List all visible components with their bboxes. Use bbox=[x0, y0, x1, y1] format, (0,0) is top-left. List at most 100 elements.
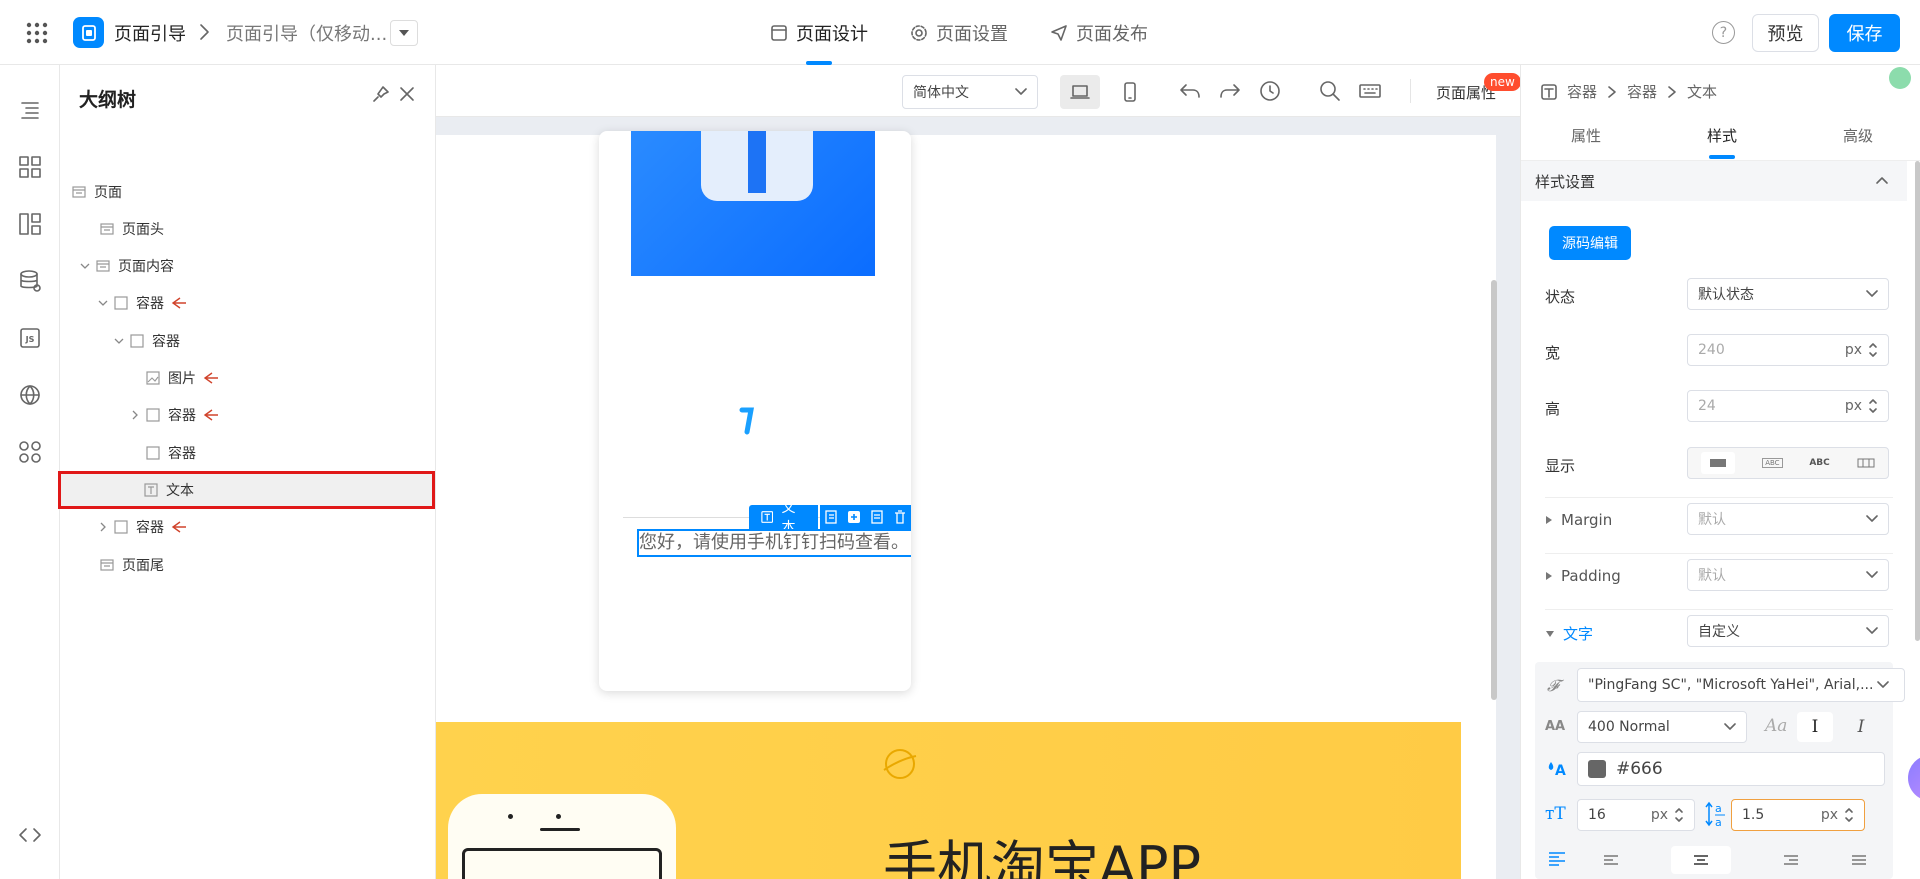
source-edit-button[interactable]: 源码编辑 bbox=[1549, 226, 1631, 260]
chevron-right-icon[interactable] bbox=[128, 408, 142, 422]
font-weight-value: 400 Normal bbox=[1588, 719, 1670, 735]
chevron-down-icon[interactable] bbox=[96, 296, 110, 310]
font-color-input[interactable]: #666 bbox=[1577, 752, 1885, 786]
component-breadcrumb: 容器 容器 文本 bbox=[1541, 81, 1717, 102]
stepper-icon[interactable] bbox=[1868, 341, 1878, 359]
app-name[interactable]: 页面引导 bbox=[114, 20, 186, 46]
phone-illustration bbox=[448, 794, 676, 879]
tab-properties[interactable]: 属性 bbox=[1571, 125, 1601, 146]
tab-page-settings[interactable]: 页面设置 bbox=[910, 0, 1008, 65]
outline-node[interactable]: 页面 bbox=[60, 173, 436, 210]
outline-node[interactable]: 图片 bbox=[60, 360, 436, 397]
stepper-icon[interactable] bbox=[1868, 397, 1878, 415]
planet-icon bbox=[880, 744, 920, 784]
selected-text[interactable]: 您好，请使用手机钉钉扫码查看。 bbox=[637, 529, 911, 557]
data-source-icon[interactable] bbox=[15, 266, 45, 296]
tab-page-design[interactable]: 页面设计 bbox=[770, 0, 868, 65]
margin-select[interactable]: 默认 bbox=[1687, 503, 1889, 535]
outline-node[interactable]: 容器 bbox=[60, 397, 436, 434]
tab-page-publish[interactable]: 页面发布 bbox=[1050, 0, 1148, 65]
selection-tag[interactable]: 文本 bbox=[749, 500, 819, 536]
breadcrumb-item[interactable]: 容器 bbox=[1567, 81, 1597, 102]
outline-node[interactable]: 容器 bbox=[60, 434, 436, 471]
text-select[interactable]: 自定义 bbox=[1687, 615, 1889, 647]
keyboard-icon[interactable] bbox=[1358, 79, 1382, 103]
mobile-view-button[interactable] bbox=[1110, 75, 1150, 109]
plugins-icon[interactable] bbox=[15, 437, 45, 467]
outline-icon[interactable] bbox=[15, 95, 45, 125]
align-right-icon[interactable] bbox=[1783, 854, 1799, 866]
save-button[interactable]: 保存 bbox=[1829, 14, 1900, 52]
code-view-icon[interactable] bbox=[15, 820, 45, 850]
text-toggle[interactable]: 文字 bbox=[1545, 623, 1593, 644]
redo-icon[interactable] bbox=[1218, 79, 1242, 103]
outline-node[interactable]: 容器 bbox=[60, 509, 436, 546]
display-inline-block-option[interactable]: ABC bbox=[1762, 458, 1783, 468]
stepper-icon[interactable] bbox=[1674, 806, 1684, 824]
panel-scrollbar[interactable] bbox=[1915, 161, 1920, 641]
pin-icon[interactable] bbox=[372, 85, 390, 103]
padding-toggle[interactable]: Padding bbox=[1545, 567, 1621, 585]
margin-toggle[interactable]: Margin bbox=[1545, 511, 1612, 529]
font-family-select[interactable]: "PingFang SC", "Microsoft YaHei", Arial,… bbox=[1577, 668, 1905, 702]
preview-button[interactable]: 预览 bbox=[1752, 14, 1819, 52]
width-input[interactable]: 240 px bbox=[1687, 334, 1889, 366]
chevron-right-icon[interactable] bbox=[96, 520, 110, 534]
outline-node[interactable]: 文本 bbox=[58, 471, 435, 510]
caret-right-icon bbox=[1546, 516, 1552, 524]
outline-node[interactable]: 页面头 bbox=[60, 210, 436, 247]
font-italic-button[interactable]: I bbox=[1843, 712, 1879, 742]
components-icon[interactable] bbox=[15, 152, 45, 182]
align-center-option[interactable] bbox=[1671, 846, 1731, 874]
state-select[interactable]: 默认状态 bbox=[1687, 278, 1889, 310]
copy-icon[interactable] bbox=[869, 509, 885, 525]
padding-select[interactable]: 默认 bbox=[1687, 559, 1889, 591]
breadcrumb-current[interactable]: 页面引导（仅移动... bbox=[226, 20, 387, 46]
outline-node-label: 图片 bbox=[168, 371, 196, 387]
font-color-swatch[interactable] bbox=[1588, 760, 1606, 778]
outline-node[interactable]: 页面内容 bbox=[60, 248, 436, 285]
breadcrumb-item[interactable]: 容器 bbox=[1627, 81, 1657, 102]
search-icon[interactable] bbox=[1318, 79, 1342, 103]
align-left-icon[interactable] bbox=[1603, 854, 1619, 866]
close-icon[interactable] bbox=[398, 85, 416, 103]
layout-panel-icon[interactable] bbox=[15, 209, 45, 239]
font-size-input[interactable]: 16 px bbox=[1577, 799, 1695, 831]
height-input[interactable]: 24 px bbox=[1687, 390, 1889, 422]
banner[interactable]: 手机淘宝APP bbox=[436, 722, 1461, 879]
style-section-header[interactable]: 样式设置 bbox=[1521, 161, 1907, 201]
tab-style[interactable]: 样式 bbox=[1707, 125, 1737, 146]
chevron-down-icon[interactable] bbox=[78, 259, 92, 273]
display-block-option[interactable] bbox=[1701, 452, 1736, 474]
chevron-down-icon[interactable] bbox=[112, 334, 126, 348]
line-height-input[interactable]: 1.5 px bbox=[1731, 799, 1865, 831]
align-justify-icon[interactable] bbox=[1851, 854, 1867, 866]
app-grid-icon[interactable] bbox=[26, 22, 48, 44]
display-inline-option[interactable]: ABC bbox=[1809, 458, 1829, 468]
undo-icon[interactable] bbox=[1178, 79, 1202, 103]
history-icon[interactable] bbox=[1258, 79, 1282, 103]
page-dropdown-button[interactable] bbox=[390, 20, 418, 46]
text-settings-box: 𝓕 "PingFang SC", "Microsoft YaHei", Aria… bbox=[1535, 662, 1905, 879]
tab-advanced[interactable]: 高级 bbox=[1843, 125, 1873, 146]
flex-icon[interactable] bbox=[1857, 458, 1875, 468]
help-icon[interactable]: ? bbox=[1712, 21, 1735, 44]
font-weight-select[interactable]: 400 Normal bbox=[1577, 711, 1747, 743]
font-normal-button[interactable]: I bbox=[1797, 712, 1833, 742]
select-parent-icon[interactable] bbox=[824, 509, 840, 525]
breadcrumb-item[interactable]: 文本 bbox=[1687, 81, 1717, 102]
canvas-scrollbar[interactable] bbox=[1491, 280, 1497, 700]
globe-icon[interactable] bbox=[15, 380, 45, 410]
mobile-card[interactable]: 文本 您好，请使用手机钉钉扫码查看。 bbox=[599, 131, 911, 691]
outline-node[interactable]: 容器 bbox=[60, 285, 436, 322]
stepper-icon[interactable] bbox=[1844, 806, 1854, 824]
add-icon[interactable] bbox=[846, 509, 862, 525]
assistant-bubble[interactable] bbox=[1908, 755, 1920, 801]
delete-icon[interactable] bbox=[892, 509, 908, 525]
js-code-icon[interactable]: JS bbox=[15, 323, 45, 353]
language-select[interactable]: 简体中文 bbox=[902, 75, 1038, 109]
outline-node[interactable]: 容器 bbox=[60, 322, 436, 359]
desktop-view-button[interactable] bbox=[1060, 75, 1100, 109]
outline-node[interactable]: 页面尾 bbox=[60, 546, 436, 583]
app-image[interactable] bbox=[631, 131, 875, 276]
